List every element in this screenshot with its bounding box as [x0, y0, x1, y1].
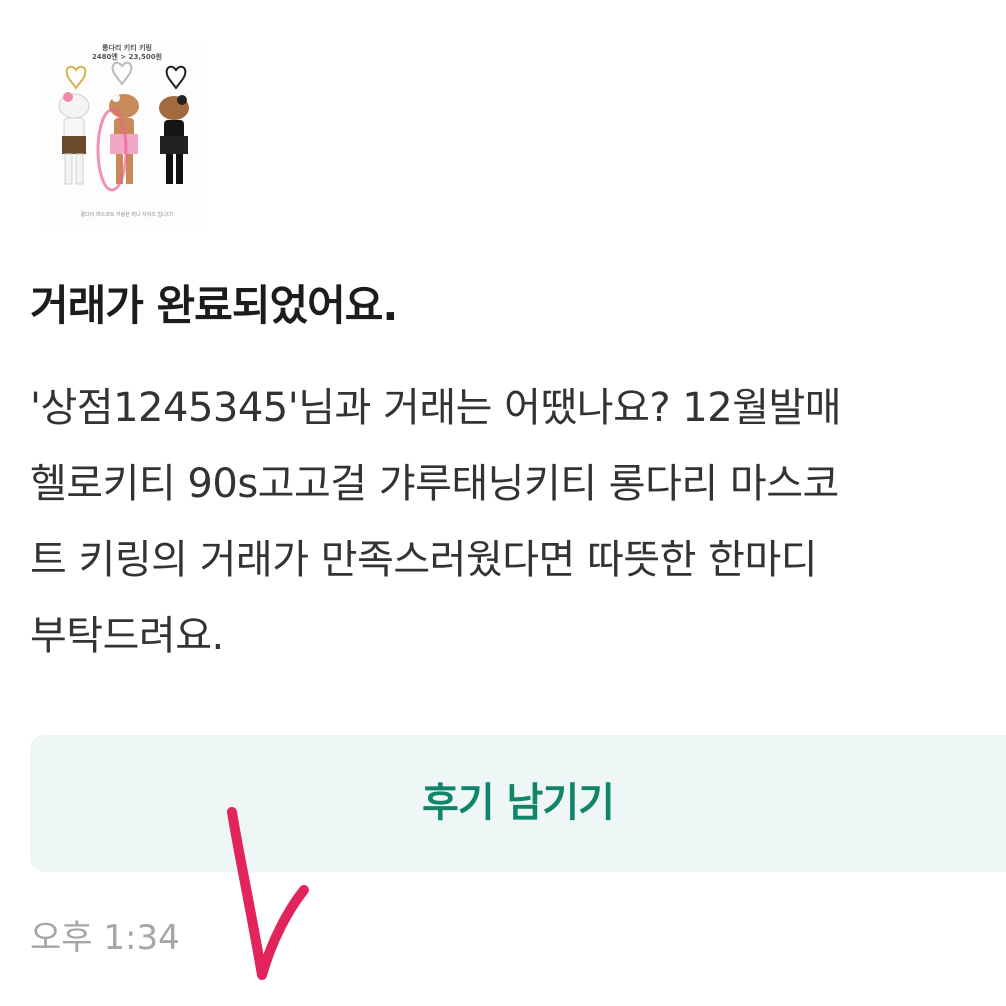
- leave-review-button-label: 후기 남기기: [422, 780, 615, 826]
- thumbnail-price-line: 2480엔 > 23,500원: [91, 53, 163, 61]
- message-body-line: '상점1245345'님과 거래는 어땠나요? 12월발매: [30, 385, 842, 431]
- message-body-line: 헬로키티 90s고고걸 갸루태닝키티 롱다리 마스코: [30, 461, 839, 507]
- thumbnail-title-line: 롱다리 키티 키링: [102, 44, 152, 52]
- thumbnail-caption: 롱다리 마스코트 키링은 미니 사이즈 입니다!: [80, 212, 174, 218]
- leave-review-button[interactable]: 후기 남기기: [30, 735, 1006, 872]
- message-body-line: 부탁드려요.: [30, 613, 224, 659]
- message-body-line: 트 키링의 거래가 만족스러웠다면 따뜻한 한마디: [30, 537, 818, 583]
- product-thumbnail[interactable]: 롱다리 키티 키링 2480엔 > 23,500원 롱다리 마스코트 키링은 미…: [46, 40, 208, 230]
- thumbnail-title: 롱다리 키티 키링 2480엔 > 23,500원: [46, 44, 208, 62]
- message-timestamp: 오후 1:34: [30, 918, 180, 958]
- keychain-figures-image: [58, 61, 189, 192]
- message-title: 거래가 완료되었어요.: [30, 281, 398, 330]
- message-body: '상점1245345'님과 거래는 어땠나요? 12월발매 헬로키티 90s고고…: [30, 370, 1006, 675]
